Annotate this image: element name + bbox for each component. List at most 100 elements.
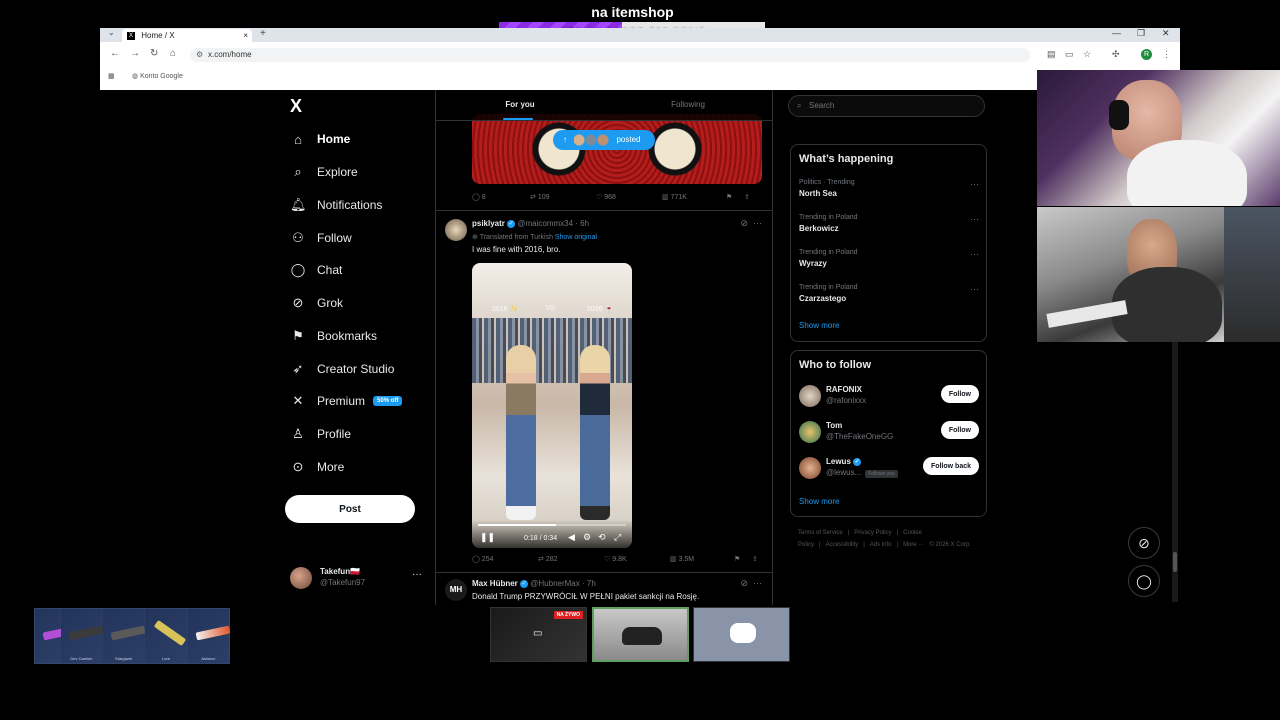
replay-icon[interactable]: ⟲ [598,532,606,543]
account-menu-icon[interactable]: ··· [412,569,422,580]
more-icon[interactable]: ··· [753,218,762,228]
tab-for-you[interactable]: For you [436,90,604,120]
more-icon[interactable]: ··· [970,179,979,189]
maximize-icon[interactable]: ❐ [1137,28,1145,39]
settings-icon[interactable]: ⚙ [583,532,591,543]
like-button[interactable]: ♡ 968 [596,193,662,201]
more-icon[interactable]: ··· [753,578,762,588]
tab-search-icon[interactable]: ⌄ [108,28,115,37]
sidebar-item-grok[interactable]: ⊘ Grok [290,291,343,315]
trend-item[interactable]: Trending in Poland Wyrazy ··· [799,249,979,268]
follow-suggestion[interactable]: Lewus ✓ @lewus... Follows you Follow back [799,455,979,483]
trend-item[interactable]: Trending in Poland Berkowicz ··· [799,214,979,233]
extensions-icon[interactable]: ✣ [1112,49,1120,60]
avatar[interactable]: MH [445,579,467,601]
views-button[interactable]: ▥ 3.5M [670,555,734,563]
share-button[interactable]: ⇪ [752,555,758,563]
sidebar-item-follow[interactable]: ⚇ Follow [290,226,352,250]
footer-link[interactable]: © 2026 X Corp. [929,542,970,548]
messages-icon[interactable]: ◯ [1128,565,1160,597]
forward-icon[interactable]: → [130,48,140,59]
scene-discord-thumbnail[interactable] [693,607,790,662]
tweet-author[interactable]: psiklyatr [472,219,505,228]
tweet[interactable]: psiklyatr ✓ @maicommx34 · 6h ⊘ ··· ⊕ Tra… [436,210,772,571]
bookmark-google-account[interactable]: ◍ Konto Google [132,72,183,80]
scene-car-thumbnail[interactable] [592,607,689,662]
account-switcher[interactable]: Takefun🇵🇱 @Takefun97 ··· [290,565,430,591]
video-player[interactable]: 2016 ✨ VS 2026 🍷 ❚❚ 0:18 / 0:34 ◀ ⚙ ⟲ ⤢ [472,263,632,548]
show-more-link[interactable]: Show more [799,497,839,506]
more-icon[interactable]: ··· [970,249,979,259]
site-info-icon[interactable]: ⚙ [196,48,203,62]
repost-button[interactable]: ⇄ 282 [538,555,604,563]
sidebar-item-explore[interactable]: ⌕ Explore [290,160,357,184]
scrollbar[interactable] [1172,342,1178,602]
tweet-time[interactable]: · 6h [575,219,589,228]
address-bar[interactable]: ⚙ x.com/home [190,48,1030,62]
scrollbar-thumb[interactable] [1173,552,1177,572]
reply-button[interactable]: ◯ 254 [472,555,538,563]
grok-icon[interactable]: ⊘ [740,218,748,228]
sidebar-item-profile[interactable]: ♙ Profile [290,422,351,446]
sidebar-item-more[interactable]: ⊙ More [290,455,345,479]
bookmark-button[interactable]: ⚑ [726,193,744,201]
footer-link[interactable]: Ads info [870,542,892,548]
browser-tab[interactable]: X Home / X × [122,29,252,42]
tab-close-icon[interactable]: × [243,29,248,42]
footer-link[interactable]: Terms of Service [798,530,843,536]
minimize-icon[interactable]: — [1112,28,1121,38]
reply-button[interactable]: ◯ 8 [472,193,530,201]
footer-link[interactable]: More ··· [903,542,924,548]
follow-back-button[interactable]: Follow back [922,457,979,475]
scene-live-thumbnail[interactable]: NA ŻYWO ▭ [490,607,587,662]
show-original-link[interactable]: Show original [555,234,597,241]
browser-menu-icon[interactable]: ⋮ [1162,49,1171,60]
tweet-author[interactable]: Max Hübner [472,579,518,588]
window-close-icon[interactable]: ✕ [1162,28,1170,39]
bookmark-button[interactable]: ⚑ [734,555,752,563]
tweet-handle[interactable]: @maicommx34 [517,219,573,228]
show-more-link[interactable]: Show more [799,321,839,330]
follow-suggestion[interactable]: RAFONIX @rafonixxx Follow [799,383,979,411]
sidebar-item-bookmarks[interactable]: ⚑ Bookmarks [290,324,377,348]
tab-following[interactable]: Following [604,90,772,120]
views-button[interactable]: ▥ 771K [662,193,726,201]
cast-icon[interactable]: ▭ [1065,49,1074,60]
tweet-time[interactable]: · 7h [582,579,596,588]
follow-button[interactable]: Follow [940,385,979,403]
home-page-icon[interactable]: ⌂ [170,48,176,59]
follow-button[interactable]: Follow [940,421,979,439]
star-icon[interactable]: ☆ [1083,49,1091,60]
grok-icon[interactable]: ⊘ [740,578,748,588]
trend-item[interactable]: Politics · Trending North Sea ··· [799,179,979,198]
avatar[interactable] [445,219,467,241]
search-input[interactable]: ⌕ Search [788,95,985,117]
video-progress[interactable] [478,524,626,526]
footer-link[interactable]: Accessibility [826,542,859,548]
sidebar-item-chat[interactable]: ◯ Chat [290,258,343,282]
reload-icon[interactable]: ↻ [150,48,158,59]
share-button[interactable]: ⇪ [744,193,750,201]
translate-icon[interactable]: ▤ [1047,49,1056,60]
new-tab-button[interactable]: + [260,28,266,39]
profile-avatar[interactable]: R [1141,49,1152,60]
post-button[interactable]: Post [285,495,415,523]
footer-link[interactable]: Privacy Policy [854,530,891,536]
back-icon[interactable]: ← [110,48,120,59]
sidebar-item-premium[interactable]: ✕ Premium 50% off [290,389,403,413]
like-button[interactable]: ♡ 9.8K [604,555,670,563]
trend-item[interactable]: Trending in Poland Czarzastego ··· [799,284,979,303]
x-logo[interactable]: X [290,96,302,117]
repost-button[interactable]: ⇄ 109 [530,193,596,201]
more-icon[interactable]: ··· [970,214,979,224]
avatar[interactable] [799,421,821,443]
sidebar-item-home[interactable]: ⌂ Home [290,127,350,151]
pause-icon[interactable]: ❚❚ [480,532,495,543]
fullscreen-icon[interactable]: ⤢ [614,532,621,543]
avatar[interactable] [799,457,821,479]
sidebar-item-notifications[interactable]: 🔔︎ Notifications [290,193,382,217]
more-icon[interactable]: ··· [970,284,979,294]
avatar[interactable] [799,385,821,407]
grok-icon[interactable]: ⊘ [1128,527,1160,559]
follow-suggestion[interactable]: Tom @TheFakeOneGG Follow [799,419,979,447]
